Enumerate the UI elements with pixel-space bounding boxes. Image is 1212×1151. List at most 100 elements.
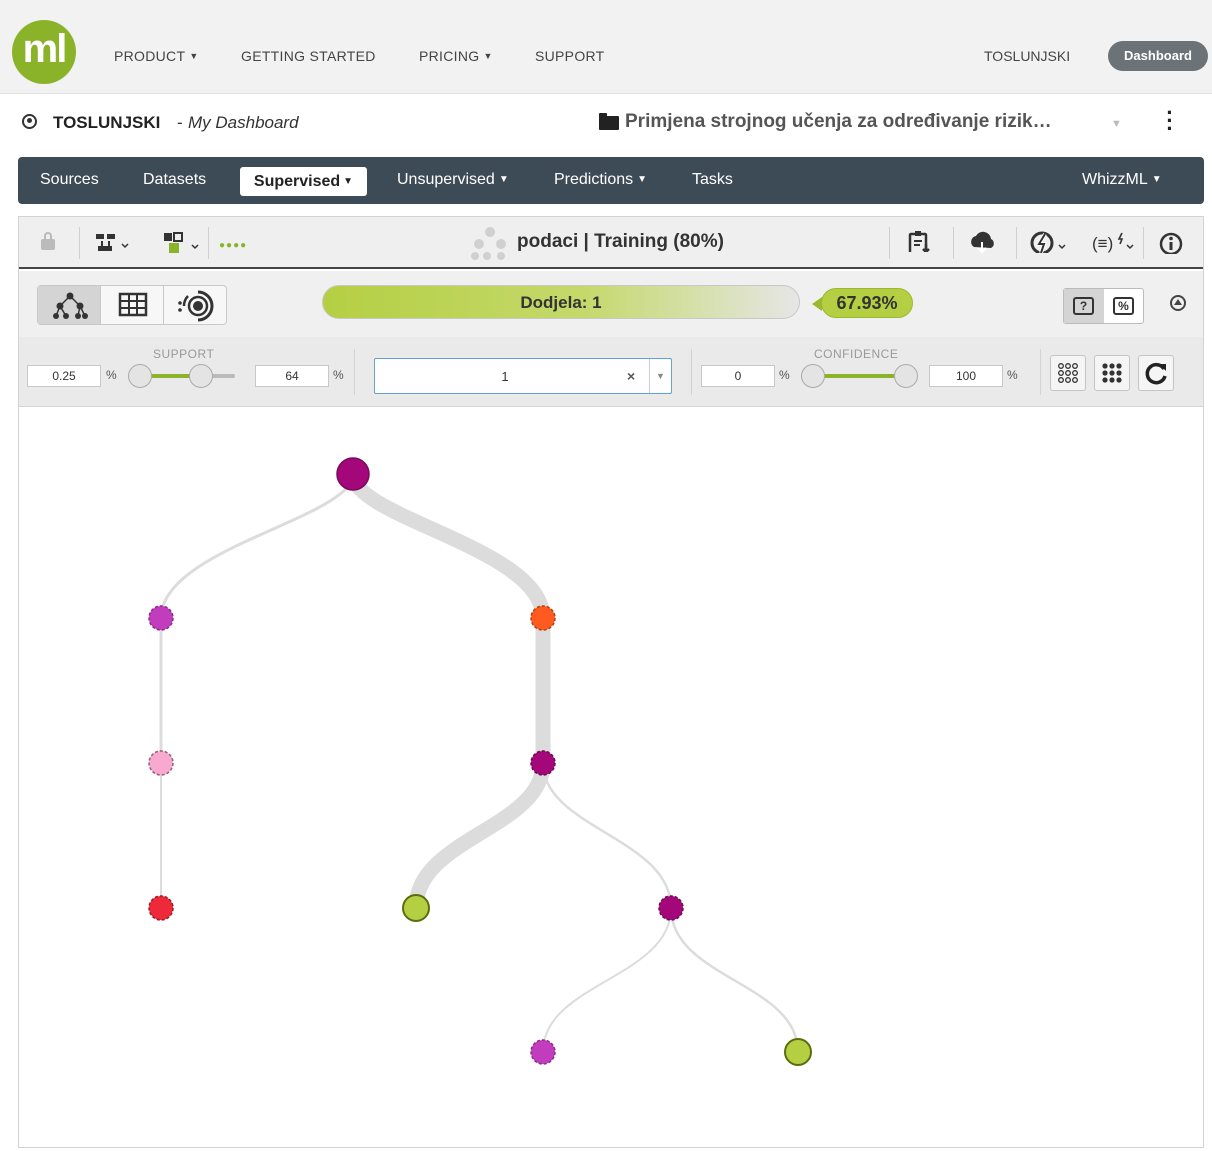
- batch-predict-icon[interactable]: (≡): [1091, 231, 1137, 253]
- toolbar-divider: [953, 227, 954, 259]
- breadcrumb: TOSLUNJSKI - My Dashboard Primjena stroj…: [0, 95, 1212, 149]
- support-max-input[interactable]: 64: [255, 365, 329, 387]
- tree-node[interactable]: [658, 895, 684, 921]
- tree-edge-prediction-path: [345, 472, 551, 619]
- user-menu[interactable]: TOSLUNJSKI: [984, 48, 1070, 64]
- breadcrumb-user[interactable]: TOSLUNJSKI: [53, 113, 160, 133]
- folder-icon: [599, 113, 619, 130]
- model-config-icon[interactable]: [163, 231, 203, 253]
- grid-view-icon: [118, 292, 148, 317]
- model-title: podaci | Training (80%): [517, 231, 724, 252]
- toolbar-divider: [79, 227, 80, 259]
- support-label: SUPPORT: [153, 347, 215, 361]
- confidence-max-input[interactable]: 100: [929, 365, 1003, 387]
- nav-predictions[interactable]: Predictions ▼: [554, 171, 647, 189]
- support-min-handle[interactable]: [128, 364, 152, 388]
- filter-toolbar: 0.25 % SUPPORT 64 % 1 × ▼ 0 % CONFIDENCE…: [19, 337, 1203, 407]
- tree-node-root[interactable]: [336, 457, 370, 491]
- nav-support[interactable]: SUPPORT: [535, 48, 605, 64]
- user-circle-icon: [22, 114, 37, 129]
- filter-divider: [354, 349, 355, 395]
- tree-edge: [541, 762, 673, 909]
- collapse-icon[interactable]: [1170, 295, 1186, 311]
- nav-getting-started[interactable]: GETTING STARTED: [241, 48, 376, 64]
- nav-tasks[interactable]: Tasks: [692, 171, 733, 189]
- view-switcher: [37, 285, 227, 325]
- confidence-min-handle[interactable]: [801, 364, 825, 388]
- tree-edge: [159, 473, 355, 619]
- percent-label: %: [779, 368, 790, 382]
- percent-label: %: [1007, 368, 1018, 382]
- kebab-menu-icon[interactable]: · · ·: [1162, 102, 1178, 140]
- tree-layout-icon[interactable]: [95, 232, 131, 254]
- clear-icon[interactable]: ×: [627, 368, 635, 384]
- toolbar-divider: [889, 227, 890, 259]
- filter-divider: [1040, 349, 1041, 395]
- filtered-nodes-button[interactable]: [1094, 355, 1130, 391]
- table-view-button[interactable]: [101, 286, 164, 324]
- sunburst-view-button[interactable]: [164, 286, 227, 324]
- project-dropdown-icon[interactable]: ▼: [1111, 118, 1122, 130]
- toolbar-divider: [208, 227, 209, 259]
- bigml-logo[interactable]: ml: [12, 20, 76, 84]
- question-icon: ?: [1073, 297, 1094, 315]
- nav-supervised[interactable]: Supervised ▼: [240, 167, 367, 196]
- model-panel: ●●●● podaci | Training (80%) (≡) Dodjela…: [18, 216, 1204, 1148]
- status-dots-icon: ●●●●: [219, 240, 248, 251]
- percent-label: %: [106, 368, 117, 382]
- tree-view-button[interactable]: [38, 286, 101, 324]
- reset-filters-button[interactable]: [1138, 355, 1174, 391]
- cloud-download-icon[interactable]: [967, 231, 999, 253]
- toolbar-divider: [1143, 227, 1144, 259]
- clipboard-download-icon[interactable]: [907, 230, 935, 252]
- tree-node[interactable]: [148, 605, 174, 631]
- show-all-nodes-button[interactable]: [1050, 355, 1086, 391]
- dashboard-button[interactable]: Dashboard: [1108, 41, 1208, 71]
- confidence-min-input[interactable]: 0: [701, 365, 775, 387]
- tree-leaf-predicted[interactable]: [402, 894, 430, 922]
- output-filter-value: 1: [501, 369, 509, 384]
- dots-grid-outline-icon: [1058, 363, 1078, 383]
- tree-edge: [542, 907, 672, 1053]
- quick-predict-icon[interactable]: [1029, 231, 1071, 253]
- info-icon[interactable]: [1159, 232, 1183, 254]
- nav-pricing[interactable]: PRICING ▼: [419, 48, 493, 64]
- tree-model-icon: [471, 227, 506, 260]
- nav-whizzml[interactable]: WhizzML ▼: [1082, 171, 1162, 189]
- nav-unsupervised[interactable]: Unsupervised ▼: [397, 171, 509, 189]
- prediction-mode-button[interactable]: ?: [1064, 289, 1104, 323]
- tree-leaf[interactable]: [784, 1038, 812, 1066]
- dropdown-arrow-icon[interactable]: ▼: [649, 359, 671, 393]
- confidence-label: CONFIDENCE: [814, 347, 899, 361]
- tree-edge-prediction-path: [408, 762, 551, 909]
- confidence-mode-button[interactable]: %: [1104, 289, 1144, 323]
- sunburst-icon: [178, 290, 214, 322]
- breadcrumb-separator: -: [177, 113, 183, 132]
- nav-sources[interactable]: Sources: [40, 171, 99, 189]
- prediction-toolbar: Dodjela: 1 67.93% ? %: [19, 271, 1203, 337]
- top-header: ml PRODUCT ▼ GETTING STARTED PRICING ▼ SUP…: [0, 0, 1212, 94]
- tree-leaf[interactable]: [148, 895, 174, 921]
- confidence-slider-fill: [813, 374, 899, 378]
- confidence-badge: 67.93%: [812, 288, 913, 318]
- dots-grid-filled-icon: [1102, 363, 1122, 383]
- project-selector[interactable]: Primjena strojnog učenja za određivanje …: [625, 111, 1052, 133]
- tree-edge: [669, 907, 800, 1053]
- nav-product[interactable]: PRODUCT ▼: [114, 48, 199, 64]
- tree-node[interactable]: [148, 750, 174, 776]
- tree-node[interactable]: [530, 750, 556, 776]
- refresh-icon: [1145, 362, 1167, 385]
- confidence-max-handle[interactable]: [894, 364, 918, 388]
- prediction-mode-toggle: ? %: [1063, 288, 1144, 324]
- resource-nav: Sources Datasets Supervised ▼ Unsupervise…: [18, 157, 1204, 204]
- tree-canvas: [19, 408, 1203, 1147]
- support-min-input[interactable]: 0.25: [27, 365, 101, 387]
- output-filter-select[interactable]: 1 × ▼: [374, 358, 672, 394]
- nav-datasets[interactable]: Datasets: [143, 171, 206, 189]
- model-toolbar: ●●●● podaci | Training (80%) (≡): [19, 217, 1203, 269]
- tree-node[interactable]: [530, 605, 556, 631]
- decision-tree: [148, 457, 812, 1066]
- tree-leaf[interactable]: [530, 1039, 556, 1065]
- breadcrumb-dashboard[interactable]: My Dashboard: [188, 113, 299, 133]
- support-max-handle[interactable]: [189, 364, 213, 388]
